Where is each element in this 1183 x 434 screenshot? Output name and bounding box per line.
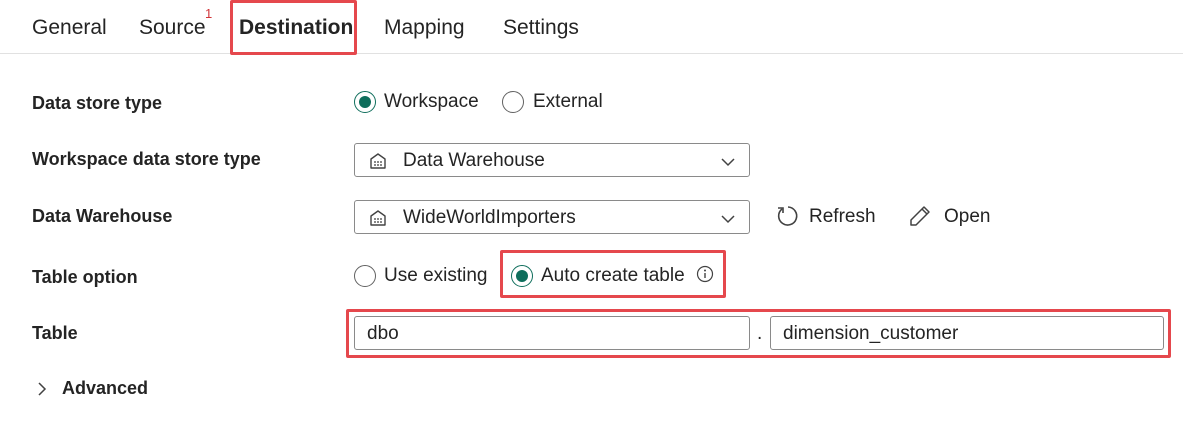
tab-settings[interactable]: Settings (503, 16, 579, 40)
workspace-data-store-type-value: Data Warehouse (403, 150, 545, 171)
table-label: Table (32, 323, 78, 343)
warehouse-icon (369, 152, 387, 175)
tab-mapping[interactable]: Mapping (384, 16, 465, 40)
advanced-label: Advanced (62, 378, 149, 398)
warehouse-icon (369, 209, 387, 232)
tab-source[interactable]: Source (139, 16, 206, 40)
advanced-expander[interactable]: Advanced (32, 377, 172, 401)
chevron-right-icon (36, 381, 48, 402)
chevron-down-icon (721, 211, 735, 229)
pencil-icon (908, 204, 932, 234)
workspace-data-store-type-dropdown[interactable]: Data Warehouse (354, 143, 750, 177)
external-radio[interactable] (502, 91, 524, 113)
table-option-label: Table option (32, 267, 138, 287)
use-existing-radio-label[interactable]: Use existing (384, 265, 488, 287)
chevron-down-icon (721, 154, 735, 172)
workspace-radio[interactable] (354, 91, 376, 113)
refresh-icon (776, 204, 800, 234)
open-label: Open (944, 206, 991, 227)
data-warehouse-label: Data Warehouse (32, 206, 173, 226)
workspace-data-store-type-label: Workspace data store type (32, 149, 261, 169)
data-store-type-label: Data store type (32, 93, 163, 113)
table-highlight (346, 309, 1171, 358)
auto-create-table-highlight (500, 250, 726, 298)
workspace-radio-label[interactable]: Workspace (384, 91, 479, 113)
use-existing-radio[interactable] (354, 265, 376, 287)
destination-tab-highlight (230, 0, 357, 55)
tab-bar: General Source 1 Destination Mapping Set… (0, 0, 1183, 54)
source-error-badge: 1 (205, 6, 213, 21)
tab-general[interactable]: General (32, 16, 107, 40)
external-radio-label[interactable]: External (533, 91, 603, 113)
data-warehouse-dropdown[interactable]: WideWorldImporters (354, 200, 750, 234)
data-warehouse-value: WideWorldImporters (403, 207, 576, 228)
refresh-label: Refresh (809, 206, 876, 227)
